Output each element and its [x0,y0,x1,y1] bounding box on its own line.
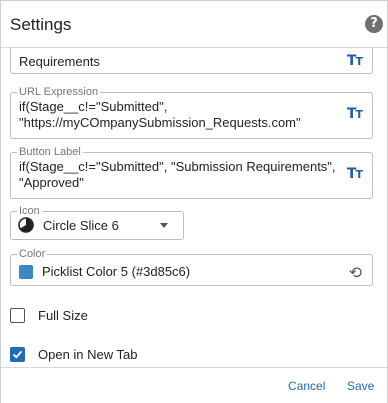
button-label-label: Button Label [17,146,83,158]
help-icon[interactable]: ? [365,15,383,33]
save-button[interactable]: Save [347,379,374,393]
open-new-tab-option[interactable]: Open in New Tab [10,347,210,363]
icon-label: Icon [17,205,42,217]
full-size-option[interactable]: Full Size [10,308,210,324]
color-swatch [19,265,33,279]
chevron-down-icon [160,223,168,228]
dialog-header: Settings ? [1,1,387,48]
icon-value: Circle Slice 6 [43,218,119,233]
dialog-title: Settings [10,15,72,34]
color-value: Picklist Color 5 (#3d85c6) [42,264,191,279]
url-expression-line-2: "https://myCOmpanySubmission_Requests.co… [19,115,301,130]
requirements-value: Requirements [19,54,100,69]
color-label: Color [17,248,48,260]
full-size-label: Full Size [38,308,88,323]
text-format-icon[interactable]: TT [347,166,363,182]
text-format-icon[interactable]: TT [347,53,363,69]
url-expression-label: URL Expression [17,86,101,98]
full-size-checkbox[interactable] [10,308,25,323]
color-field[interactable]: Color Picklist Color 5 (#3d85c6) ⟲ [10,248,373,286]
circle-slice-6-icon [18,217,34,233]
open-new-tab-label: Open in New Tab [38,347,138,362]
settings-dialog: Requirements TT URL Expression if(Stage_… [0,0,388,403]
button-label-field[interactable]: Button Label if(Stage__c!="Submitted", "… [10,146,373,199]
button-label-line-1: if(Stage__c!="Submitted", "Submission Re… [19,159,336,174]
icon-select[interactable]: Icon Circle Slice 6 [10,205,184,240]
cancel-button[interactable]: Cancel [288,379,325,393]
open-new-tab-checkbox[interactable] [10,347,25,362]
url-expression-line-1: if(Stage__c!="Submitted", [19,99,168,114]
url-expression-field[interactable]: URL Expression if(Stage__c!="Submitted",… [10,86,373,139]
checkmark-icon [12,350,23,359]
text-format-icon[interactable]: TT [347,106,363,122]
button-label-line-2: "Approved" [19,175,84,190]
dialog-footer: Cancel Save [1,367,387,403]
reset-icon[interactable]: ⟲ [349,263,362,282]
